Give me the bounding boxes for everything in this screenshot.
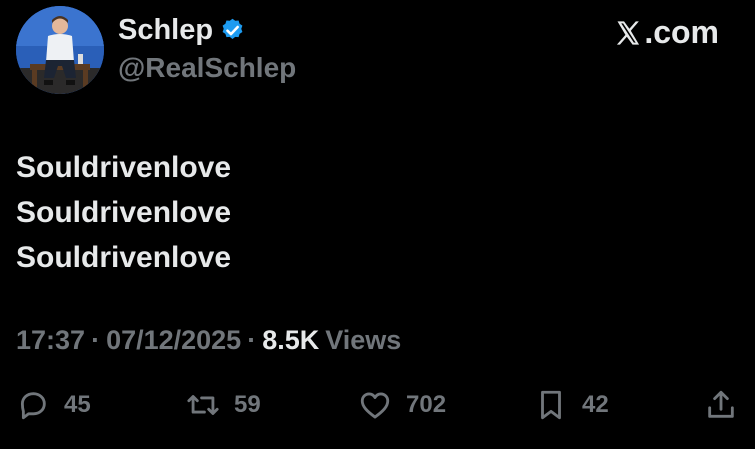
repost-icon xyxy=(187,395,219,415)
bookmark-count: 42 xyxy=(582,391,609,418)
reply-icon xyxy=(20,392,46,420)
verified-badge-icon[interactable] xyxy=(219,17,246,44)
tweet-line: Souldrivenlove xyxy=(16,196,232,229)
reply-button[interactable]: 45 xyxy=(16,388,91,422)
author-name-row: Schlep xyxy=(118,14,246,47)
avatar[interactable] xyxy=(16,6,104,94)
tweet-date[interactable]: 07/12/2025 xyxy=(106,325,241,356)
like-count: 702 xyxy=(406,391,447,418)
views-label: Views xyxy=(325,325,402,355)
like-button[interactable]: 702 xyxy=(358,388,446,422)
meta-separator: · xyxy=(247,325,257,355)
bookmark-icon xyxy=(541,390,561,420)
avatar-photo xyxy=(16,6,104,94)
brand-watermark: .com xyxy=(614,14,719,51)
reply-count: 45 xyxy=(64,391,91,418)
tweet-text: Souldrivenlove Souldrivenlove Souldriven… xyxy=(16,145,231,280)
tweet-time[interactable]: 17:37 xyxy=(16,325,85,356)
meta-separator: · xyxy=(91,325,101,355)
tweet-line: Souldrivenlove xyxy=(16,151,232,184)
display-name[interactable]: Schlep xyxy=(118,14,213,47)
action-bar: 45 59 702 42 xyxy=(16,388,740,424)
heart-icon xyxy=(360,392,390,419)
share-button[interactable] xyxy=(704,388,738,422)
bookmark-button[interactable]: 42 xyxy=(534,388,609,422)
tweet-meta: 17:37 · 07/12/2025 · 8.5K Views xyxy=(16,325,401,356)
tweet-line: Souldrivenlove xyxy=(16,241,232,274)
repost-button[interactable]: 59 xyxy=(186,388,261,422)
brand-domain: .com xyxy=(644,14,719,50)
share-icon xyxy=(708,390,734,418)
author-handle[interactable]: @RealSchlep xyxy=(118,52,296,84)
repost-count: 59 xyxy=(234,391,261,418)
x-logo-icon xyxy=(617,20,640,45)
views-count: 8.5K xyxy=(262,325,320,355)
